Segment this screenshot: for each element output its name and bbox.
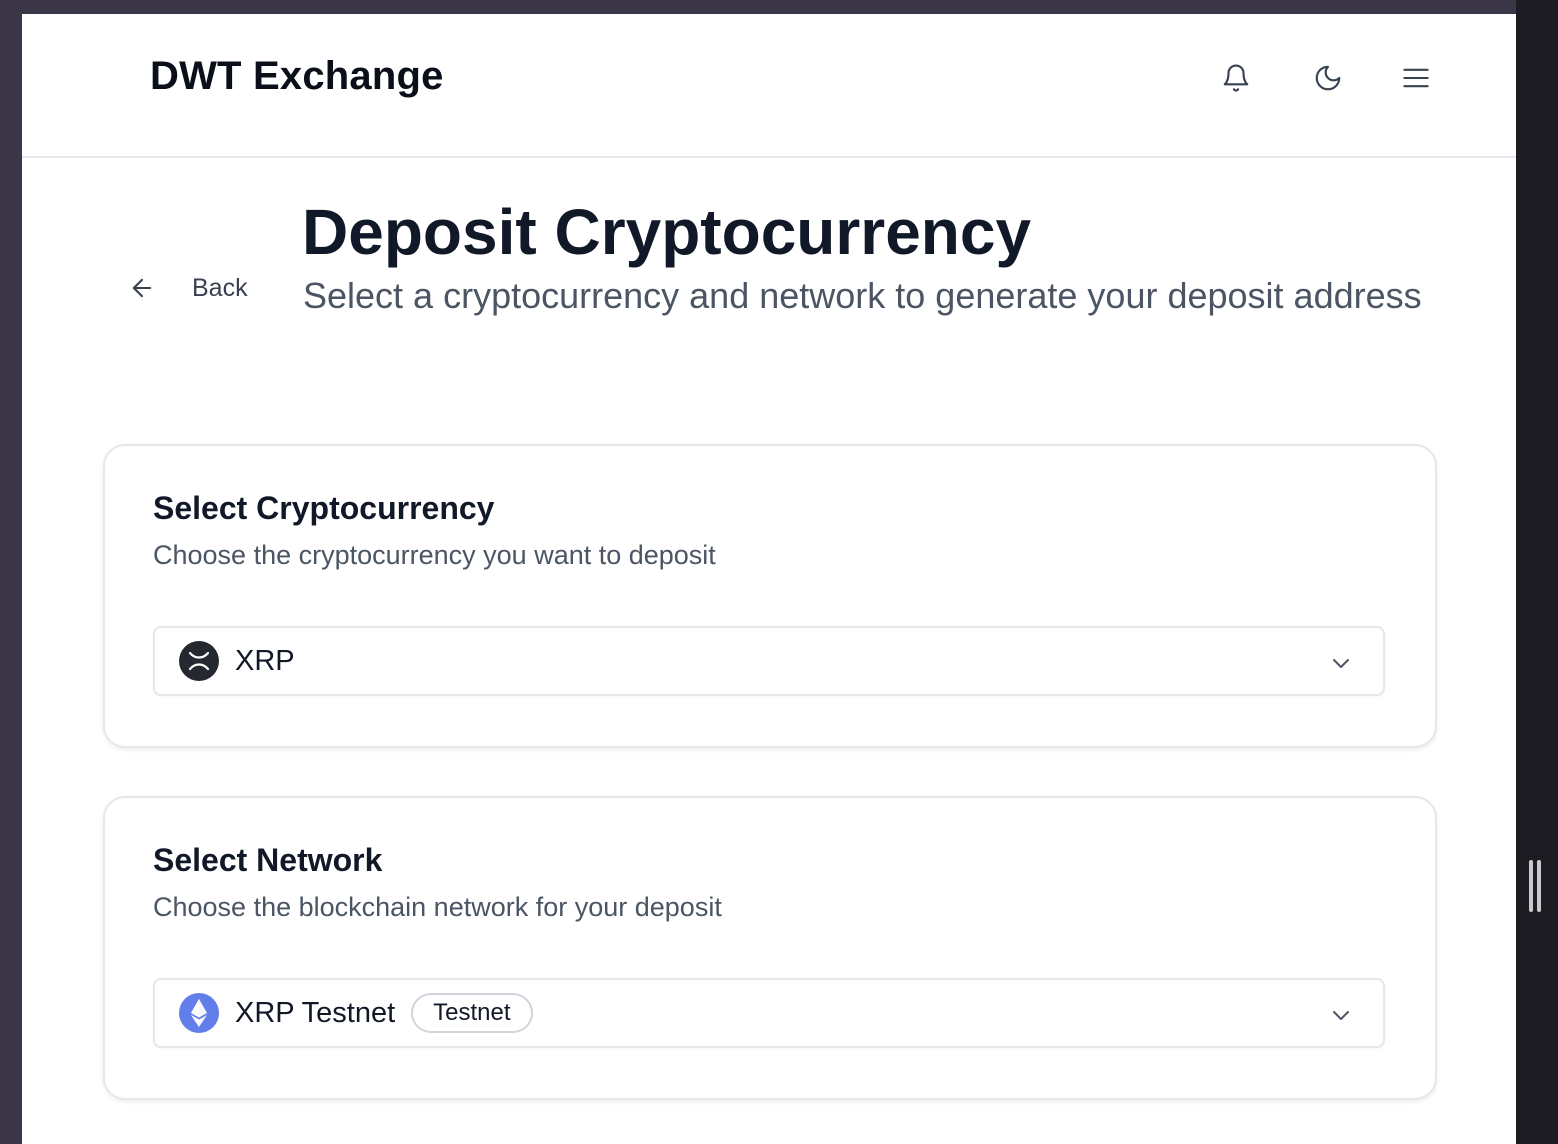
select-cryptocurrency-card: Select Cryptocurrency Choose the cryptoc… [103,444,1437,748]
selected-network: XRP Testnet [235,996,396,1029]
chevron-down-icon [1327,1001,1355,1029]
xrp-coin-icon [179,641,219,681]
page-title: Deposit Cryptocurrency [302,196,1032,268]
arrow-left-icon [126,272,158,304]
bell-icon[interactable] [1216,58,1256,98]
card-title: Select Network [153,842,383,878]
back-label: Back [192,273,248,302]
menu-icon[interactable] [1396,58,1436,98]
card-description: Choose the blockchain network for your d… [153,892,722,922]
selected-cryptocurrency: XRP [235,644,295,677]
network-select[interactable]: XRP Testnet Testnet [153,978,1385,1048]
page-subtitle: Select a cryptocurrency and network to g… [303,275,1422,316]
brand-logo-text[interactable]: DWT Exchange [150,54,444,99]
top-header: DWT Exchange [22,14,1516,158]
testnet-badge: Testnet [411,993,533,1033]
card-description: Choose the cryptocurrency you want to de… [153,540,716,570]
window-frame-right [1516,0,1558,1144]
ethereum-coin-icon [179,993,219,1033]
cryptocurrency-select[interactable]: XRP [153,626,1385,696]
card-title: Select Cryptocurrency [153,490,495,526]
select-network-card: Select Network Choose the blockchain net… [103,796,1437,1100]
moon-icon[interactable] [1308,58,1348,98]
chevron-down-icon [1327,649,1355,677]
back-button[interactable]: Back [126,268,248,308]
app-window: DWT Exchange Back Deposit Cryptocurrency… [22,14,1516,1144]
scrollbar-grip[interactable] [1529,860,1543,912]
